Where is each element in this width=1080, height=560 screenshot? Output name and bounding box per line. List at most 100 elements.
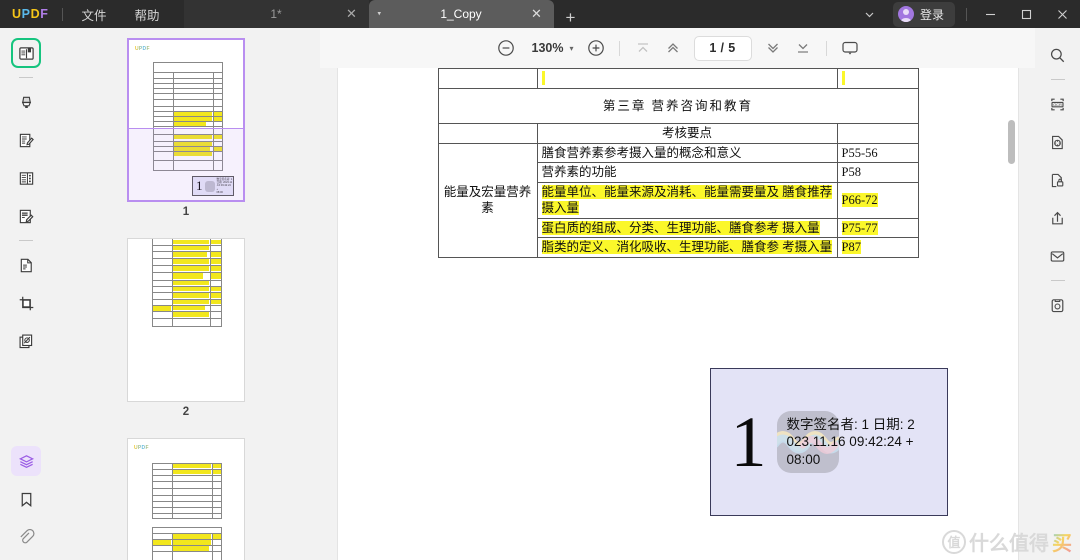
cut-cell-1 (437, 68, 538, 89)
crop-tool-icon[interactable] (11, 288, 41, 318)
close-button[interactable] (1044, 0, 1080, 28)
thumbnail-page-3[interactable]: UPDF (127, 438, 245, 560)
layers-panel-icon[interactable] (11, 446, 41, 476)
reader-tool-icon[interactable] (11, 38, 41, 68)
row-page-5: P87 (836, 237, 919, 258)
chapter-title: 第三章 营养咨询和教育 (437, 87, 919, 124)
brand-separator (62, 7, 64, 21)
minimize-button[interactable] (972, 0, 1008, 28)
cut-cell-2 (536, 68, 838, 89)
thumbnail-panel[interactable]: UPDF 1 数字签名者: 1 日期: 2023.11 .16 09:42:24… (52, 28, 320, 560)
login-button[interactable]: 登录 (892, 1, 955, 27)
new-tab-button[interactable]: + (554, 8, 588, 28)
left-toolbar-rail (0, 28, 52, 560)
updf-logo-letter: D (30, 7, 41, 21)
viewer-toolbar: 130% ▾ 1 / 5 (320, 28, 1035, 68)
row-page-2: P58 (836, 162, 919, 183)
toolbar-divider-1 (618, 40, 620, 56)
thumbnail-updf-watermark-3: UPDF (134, 444, 160, 453)
zoom-dropdown-caret-icon[interactable]: ▾ (569, 44, 579, 53)
page-organize-tool-icon[interactable] (11, 250, 41, 280)
document-tab-1[interactable]: 1* ✕ (183, 0, 369, 28)
annotate-tool-icon[interactable] (11, 201, 41, 231)
left-rail-divider-2 (19, 240, 33, 241)
document-tab-1-label: 1* (270, 7, 282, 21)
row-page-4: P75-77 (836, 217, 919, 238)
row-page-1: P55-56 (836, 142, 919, 163)
thumbnail-page-2-number: 2 (182, 406, 190, 418)
batch-tool-icon[interactable] (11, 326, 41, 356)
mail-tool-icon[interactable] (1043, 241, 1073, 271)
document-viewer: 130% ▾ 1 / 5 第三章 营养咨询和教育 考核要点 能量及宏量营养素 膳… (320, 28, 1035, 560)
thumbnail-list: UPDF 1 数字签名者: 1 日期: 2023.11 .16 09:42:24… (52, 38, 320, 560)
avatar-icon (897, 6, 914, 22)
page-canvas[interactable]: 第三章 营养咨询和教育 考核要点 能量及宏量营养素 膳食营养素参考摄入量的概念和… (320, 68, 1035, 560)
header-cell-blank-left (437, 123, 538, 144)
document-tab-2-label: 1_Copy (440, 7, 482, 21)
edit-text-tool-icon[interactable] (11, 125, 41, 155)
menu-help[interactable]: 帮助 (120, 0, 173, 28)
page-number-input[interactable]: 1 / 5 (693, 35, 752, 61)
row-topic-1: 膳食营养素参考摄入量的概念和意义 (536, 142, 838, 163)
app-body: UPDF 1 数字签名者: 1 日期: 2023.11 .16 09:42:24… (0, 28, 1080, 560)
thumbnail-page-1[interactable]: UPDF 1 数字签名者: 1 日期: 2023.11 .16 09:42:24… (127, 38, 245, 232)
table-row: 能量及宏量营养素 膳食营养素参考摄入量的概念和意义 P55-56 (437, 142, 919, 258)
compress-tool-icon[interactable] (1043, 290, 1073, 320)
row-group-label: 能量及宏量营养素 (437, 142, 538, 258)
ocr-tool-icon[interactable]: OCR (1043, 89, 1073, 119)
left-rail-bottom-group (11, 442, 41, 560)
thumbnail-page-3-preview: UPDF (127, 438, 245, 560)
signature-number: 1 (730, 402, 767, 482)
attachment-panel-icon[interactable] (11, 522, 41, 552)
zoom-level-value[interactable]: 130% (522, 41, 568, 55)
edit-form-tool-icon[interactable] (11, 163, 41, 193)
digital-signature-stamp: 1 数字签名者: 1 日期: 2023.11.16 09:42:24 +08:0… (709, 368, 948, 516)
row-page-3: P66-72 (836, 181, 919, 219)
bookmark-panel-icon[interactable] (11, 484, 41, 514)
protect-tool-icon[interactable] (1043, 165, 1073, 195)
row-topic-2: 营养素的功能 (536, 162, 838, 183)
page-scrollbar[interactable] (1007, 68, 1015, 560)
zoom-in-button[interactable] (582, 34, 610, 62)
highlighter-tool-icon[interactable] (11, 87, 41, 117)
previous-page-button[interactable] (659, 34, 687, 62)
header-cell-blank-right (836, 123, 919, 144)
thumbnail-page-2-preview (127, 238, 245, 402)
signature-details: 数字签名者: 1 日期: 2023.11.16 09:42:24 +08:00 (786, 417, 915, 467)
page-scrollbar-thumb[interactable] (1007, 120, 1015, 164)
row-topic-4: 蛋白质的组成、分类、生理功能、膳食参考 摄入量 (536, 217, 838, 238)
row-topic-5: 脂类的定义、消化吸收、生理功能、膳食参 考摄入量 (536, 237, 838, 258)
zoom-out-button[interactable] (492, 34, 520, 62)
convert-tool-icon[interactable] (1043, 127, 1073, 157)
document-content: 第三章 营养咨询和教育 考核要点 能量及宏量营养素 膳食营养素参考摄入量的概念和… (437, 68, 919, 258)
title-bar: UPDF 文件 帮助 1* ✕ ▾ 1_Copy ✕ + 登录 (0, 0, 1080, 28)
menu-file[interactable]: 文件 (67, 0, 120, 28)
maximize-button[interactable] (1008, 0, 1044, 28)
tab-dropdown-caret-icon[interactable]: ▾ (378, 11, 382, 18)
share-tool-icon[interactable] (1043, 203, 1073, 233)
thumbnail-page-1-number: 1 (182, 206, 190, 218)
first-page-button[interactable] (629, 34, 657, 62)
view-mode-button[interactable] (836, 34, 864, 62)
document-tab-2-close-icon[interactable]: ✕ (530, 7, 544, 21)
updf-logo: UPDF (0, 0, 58, 28)
updf-logo-letter: F (40, 7, 49, 21)
thumbnail-page-1-preview: UPDF 1 数字签名者: 1 日期: 2023.11 .16 09:42:24… (127, 38, 245, 202)
last-page-button[interactable] (789, 34, 817, 62)
search-tool-icon[interactable] (1043, 40, 1073, 70)
toolbar-divider-2 (825, 40, 827, 56)
column-header-points: 考核要点 (536, 123, 838, 144)
updf-logo-letter: U (12, 7, 22, 21)
updf-logo-letter: P (21, 7, 31, 21)
tab-list-chevron-icon[interactable] (853, 0, 887, 28)
right-rail-divider-2 (1050, 280, 1065, 281)
right-rail-divider-1 (1050, 79, 1065, 80)
thumbnail-updf-watermark: UPDF (135, 45, 161, 54)
cut-cell-3 (836, 68, 919, 89)
thumbnail-page-2[interactable]: 2 (127, 238, 245, 432)
document-tab-1-close-icon[interactable]: ✕ (345, 7, 359, 21)
exam-outline-table: 第三章 营养咨询和教育 考核要点 能量及宏量营养素 膳食营养素参考摄入量的概念和… (437, 68, 919, 258)
document-tab-2[interactable]: ▾ 1_Copy ✕ (368, 0, 554, 28)
pdf-page: 第三章 营养咨询和教育 考核要点 能量及宏量营养素 膳食营养素参考摄入量的概念和… (337, 68, 1018, 560)
next-page-button[interactable] (759, 34, 787, 62)
